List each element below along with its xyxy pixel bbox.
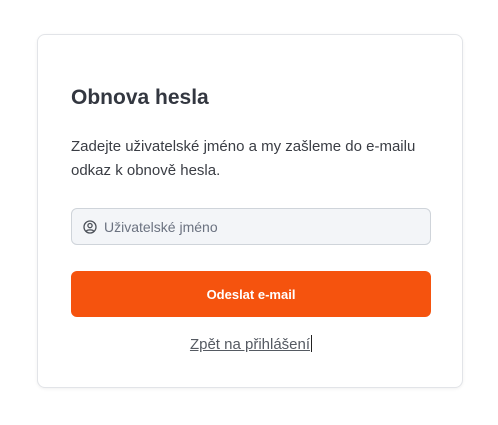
password-reset-card: Obnova hesla Zadejte uživatelské jméno a… (37, 34, 463, 388)
send-email-button[interactable]: Odeslat e-mail (71, 271, 431, 317)
username-input[interactable] (104, 218, 404, 235)
instructions-text: Zadejte uživatelské jméno a my zašleme d… (71, 138, 416, 179)
text-cursor (311, 335, 313, 352)
username-field[interactable] (71, 208, 431, 245)
user-circle-icon (83, 219, 97, 234)
page-title: Obnova hesla (71, 86, 209, 109)
back-to-login-label: Zpět na přihlášení (189, 336, 311, 353)
back-to-login-link[interactable]: Zpět na přihlášení (38, 335, 464, 353)
